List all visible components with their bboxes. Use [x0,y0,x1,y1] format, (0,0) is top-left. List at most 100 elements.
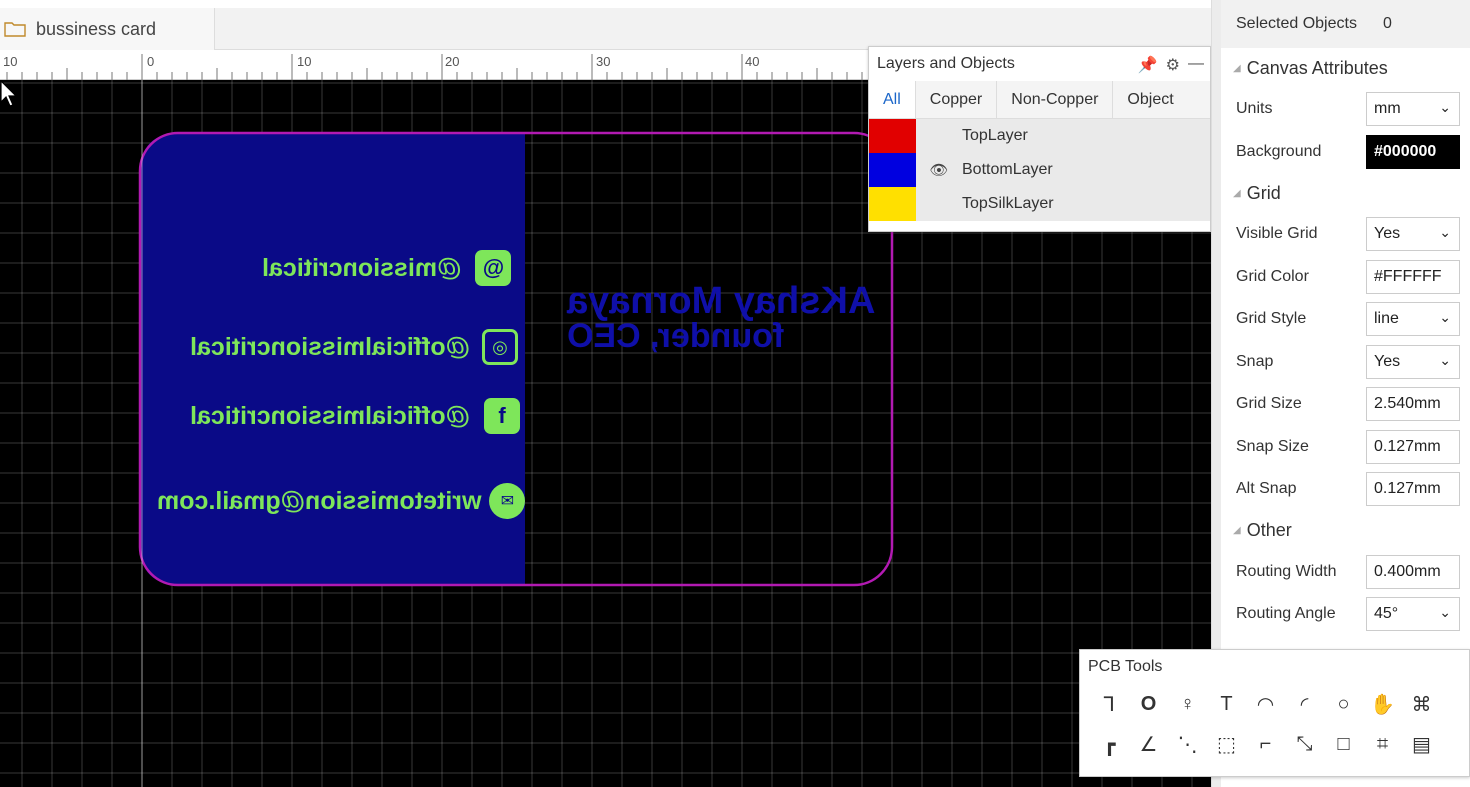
prop-label: Units [1236,100,1273,118]
mouse-cursor-icon [0,80,18,107]
tab-bussiness-card[interactable]: bussiness card [0,8,215,50]
minimize-icon[interactable]: — [1188,55,1204,75]
select-value: mm [1374,100,1401,118]
tool-row-1: ⅂ O ♀ T ◠ ◜ ○ ✋ ⌘ [1080,684,1469,724]
prop-label: Routing Width [1236,562,1337,580]
routing-angle-select[interactable]: 45° ⌄ [1366,597,1460,632]
selected-objects-label: Selected Objects [1236,15,1357,32]
selected-objects-count: 0 [1382,15,1392,32]
layer-name: TopSilkLayer [962,195,1054,212]
selected-objects-bar: Selected Objects 0 [1221,0,1470,48]
tab-object[interactable]: Object [1113,81,1187,118]
visible-grid-select[interactable]: Yes ⌄ [1366,217,1460,252]
text-tool-icon[interactable]: T [1207,686,1246,722]
pad-tool-icon[interactable]: O [1129,686,1168,722]
region-tool-icon[interactable]: ⬚ [1207,726,1246,762]
connect-pad-tool-icon[interactable]: ⌘ [1402,686,1441,722]
layer-row-bottomlayer[interactable]: 👁 BottomLayer [869,153,1210,187]
prop-label: Background [1236,142,1322,160]
card-role: founder, CEO [566,317,784,355]
gear-icon[interactable]: ⚙ [1166,55,1180,75]
pcb-tools-header: PCB Tools [1080,650,1469,684]
input-value: 2.540mm [1374,395,1441,413]
tab-title: bussiness card [36,18,157,39]
prop-label: Routing Angle [1236,605,1336,623]
social-row-mail: writetomission@gmail.com ✉ [157,483,526,519]
pin-icon[interactable]: 📌 [1138,55,1158,75]
angle-tool-icon[interactable]: ∠ [1129,726,1168,762]
rectangle-tool-icon[interactable]: □ [1324,726,1363,762]
social-row-facebook: @officialmissioncritical f [190,398,521,434]
eye-icon[interactable]: 👁 [916,161,962,179]
layer-name: TopLayer [962,127,1028,144]
arc-tool-icon[interactable]: ◠ [1246,686,1285,722]
alt-snap-input[interactable]: 0.127mm [1366,472,1460,507]
ruler-label: 30 [596,54,611,69]
document-tabbar: bussiness card [0,8,1212,50]
app-window: bussiness card 10 0 10 20 30 40 @mission… [0,0,1470,787]
select-value: Yes [1374,225,1401,243]
prop-label: Grid Size [1236,395,1302,413]
select-value: 45° [1374,605,1399,623]
prop-grid-color: Grid Color #FFFFFF [1221,256,1470,299]
pcb-tools-title: PCB Tools [1088,658,1163,675]
top-strip [0,0,1212,8]
routing-width-input[interactable]: 0.400mm [1366,554,1460,589]
input-value: 0.400mm [1374,562,1441,580]
chevron-down-icon: ⌄ [1439,604,1451,621]
grid-color-input[interactable]: #FFFFFF [1366,259,1460,294]
select-value: Yes [1374,352,1401,370]
chevron-down-icon: ⌄ [1439,309,1451,326]
prop-grid-size: Grid Size 2.540mm [1221,383,1470,426]
hand-tool-icon[interactable]: ✋ [1363,686,1402,722]
track-tool-icon[interactable]: ⅂ [1090,686,1129,722]
prop-units: Units mm ⌄ [1221,88,1470,131]
layer-color-swatch[interactable] [869,153,916,187]
layer-row-toplayer[interactable]: TopLayer [869,119,1210,153]
prop-routing-width: Routing Width 0.400mm [1221,551,1470,594]
outline-tool-icon[interactable]: ⌐ [1246,726,1285,762]
section-other[interactable]: ◢ Other [1221,511,1470,551]
layer-row-topsilklayer[interactable]: TopSilkLayer [869,187,1210,221]
chevron-down-icon: ⌄ [1439,99,1451,116]
tab-copper[interactable]: Copper [916,81,998,118]
folder-icon [4,22,26,37]
units-select[interactable]: mm ⌄ [1366,92,1460,127]
ratline-tool-icon[interactable]: ⋱ [1168,726,1207,762]
social-handle: writetomission@gmail.com [157,486,482,515]
section-grid[interactable]: ◢ Grid [1221,173,1470,213]
layers-panel-title: Layers and Objects [877,55,1015,72]
threads-icon: @ [475,250,512,286]
circle-tool-icon[interactable]: ○ [1324,686,1363,722]
social-handle: @missioncritical [262,253,462,282]
input-value: #FFFFFF [1374,267,1442,285]
prop-routing-angle: Routing Angle 45° ⌄ [1221,593,1470,636]
copper-area-tool-icon[interactable]: ⌗ [1363,726,1402,762]
prop-label: Alt Snap [1236,480,1297,498]
prop-label: Grid Style [1236,310,1307,328]
measure-tool-icon[interactable]: ⤡ [1285,726,1324,762]
layer-color-swatch[interactable] [869,187,916,221]
prop-label: Grid Color [1236,267,1309,285]
tab-all[interactable]: All [869,81,916,118]
layers-panel: Layers and Objects 📌 ⚙ — All Copper Non-… [868,46,1211,232]
snap-select[interactable]: Yes ⌄ [1366,344,1460,379]
ruler-label: 20 [445,54,460,69]
snap-size-input[interactable]: 0.127mm [1366,429,1460,464]
collapse-triangle-icon: ◢ [1233,525,1241,536]
mail-icon: ✉ [489,483,526,519]
tab-non-copper[interactable]: Non-Copper [997,81,1114,118]
layers-panel-header: Layers and Objects 📌 ⚙ — [869,47,1210,81]
instagram-icon: ◎ [482,329,519,365]
facebook-icon: f [484,398,521,434]
prop-label: Visible Grid [1236,225,1318,243]
section-canvas-attributes[interactable]: ◢ Canvas Attributes [1221,48,1470,88]
image-tool-icon[interactable]: ▤ [1402,726,1441,762]
arc-center-tool-icon[interactable]: ◜ [1285,686,1324,722]
dimension-tool-icon[interactable]: ┏ [1090,726,1129,762]
layer-color-swatch[interactable] [869,119,916,153]
grid-size-input[interactable]: 2.540mm [1366,387,1460,422]
grid-style-select[interactable]: line ⌄ [1366,302,1460,337]
via-tool-icon[interactable]: ♀ [1168,686,1207,722]
background-color-input[interactable]: #000000 [1366,134,1460,169]
